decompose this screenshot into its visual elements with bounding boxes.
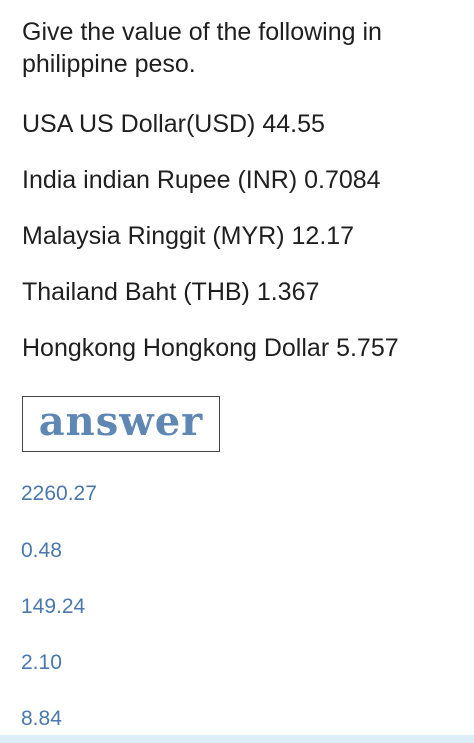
question-text: Give the value of the following in phili… bbox=[22, 18, 382, 78]
bottom-bar bbox=[0, 735, 474, 743]
list-item-inr: India indian Rupee (INR) 0.7084 bbox=[22, 166, 381, 194]
answer-value-1: 2260.27 bbox=[21, 482, 97, 505]
answer-value-3: 149.24 bbox=[21, 595, 86, 618]
answer-heading-box: answer bbox=[22, 396, 220, 452]
list-item-hkd: Hongkong Hongkong Dollar 5.757 bbox=[22, 334, 399, 362]
list-item-usd: USA US Dollar(USD) 44.55 bbox=[22, 110, 325, 138]
list-item-thb: Thailand Baht (THB) 1.367 bbox=[22, 278, 320, 306]
answer-value-4: 2.10 bbox=[21, 651, 62, 674]
answer-value-2: 0.48 bbox=[21, 539, 62, 562]
answer-value-5: 8.84 bbox=[21, 707, 62, 730]
list-item-myr: Malaysia Ringgit (MYR) 12.17 bbox=[22, 222, 355, 250]
answer-heading: answer bbox=[38, 398, 204, 445]
